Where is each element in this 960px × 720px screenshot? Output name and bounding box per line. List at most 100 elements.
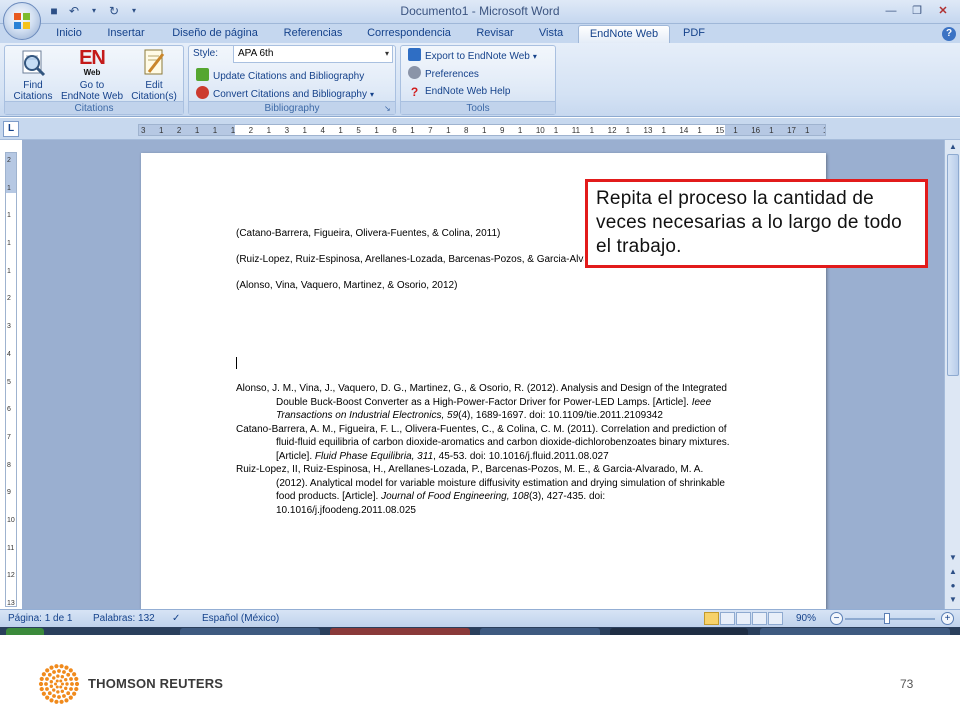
export-label: Export to EndNote Web [425,51,530,62]
ruler-tick-label: 1 [661,126,666,135]
word-count[interactable]: Palabras: 132 [93,610,155,627]
browse-object-icon[interactable]: ● [946,579,960,593]
reference-item: Ruiz-Lopez, II, Ruiz-Espinosa, H., Arell… [236,463,736,517]
zoom-in-icon[interactable]: + [941,612,954,625]
page-count[interactable]: Página: 1 de 1 [8,610,73,627]
logo-dot [54,699,59,704]
full-screen-reading-icon[interactable] [720,612,735,625]
scroll-thumb[interactable] [947,154,959,376]
logo-dot [61,682,64,686]
tab-vista[interactable]: Vista [532,25,570,43]
ruler-tick-label: 4 [320,126,325,135]
vertical-ruler[interactable]: 2 1 1 1 1 2 3 4 5 6 7 8 9 10 11 12 13 [5,152,17,607]
logo-dot [70,682,74,686]
vertical-ruler-tick-label: 13 [7,600,15,607]
tab-endnote-web[interactable]: EndNote Web [578,25,670,43]
ruler-tick-label: 1 [410,126,415,135]
convert-citations-button[interactable]: Convert Citations and Bibliography ▾ [196,86,374,102]
previous-page-icon[interactable]: ▲ [946,565,960,579]
tab-insertar[interactable]: Insertar [100,25,152,43]
style-select[interactable]: APA 6th ▾ [233,45,393,63]
taskbar-item[interactable] [330,628,470,635]
edit-citations-button[interactable]: Edit Citation(s) [127,48,181,103]
logo-dot [54,664,59,669]
ruler-tick-label: 17 [787,126,796,135]
tab-correspondencia[interactable]: Correspondencia [362,25,456,43]
bibliography-group-label: Bibliography [189,101,395,114]
export-to-endnote-web-button[interactable]: Export to EndNote Web ▾ [408,48,537,64]
zoom-level[interactable]: 90% [796,610,816,627]
logo-dot [68,695,73,700]
ruler-tick-label: 1 [158,126,164,135]
next-page-icon[interactable]: ▼ [946,593,960,607]
zoom-slider-thumb[interactable] [884,613,890,624]
ruler-tick-label: 1 [212,126,218,135]
start-button[interactable] [6,628,44,635]
draft-icon[interactable] [768,612,783,625]
window-controls: — ❐ ✕ [878,2,956,20]
scroll-down-icon[interactable]: ▼ [946,551,960,565]
tab-diseno-de-pagina[interactable]: Diseño de página [166,25,264,43]
logo-dot [45,677,49,681]
zoom-slider-track[interactable] [845,618,935,620]
ruler-tick-label: 3 [284,126,290,135]
print-layout-icon[interactable] [704,612,719,625]
endnote-web-help-button[interactable]: ? EndNote Web Help [408,84,511,100]
zoom-out-icon[interactable]: − [830,612,843,625]
tab-inicio[interactable]: Inicio [48,25,90,43]
find-citations-button[interactable]: Find Citations [7,48,59,103]
logo-dot [64,677,68,682]
slide-page-number: 73 [900,677,914,691]
ruler-tick-label: 16 [751,126,761,135]
vertical-ruler-tick-label: 12 [7,572,15,580]
vertical-ruler-tick-label: 1 [7,212,11,220]
minimize-icon[interactable]: — [878,2,904,20]
logo-dot [57,669,61,673]
horizontal-ruler[interactable]: 3 1 2 1 1 1 2 1 3 1 4 1 5 1 6 1 7 1 8 1 9 1 10 1 11 1 12 1 13 1 14 1 15 1… [138,124,826,136]
logo-dot [69,677,73,681]
edit-label-1: Edit [145,80,163,91]
citation-1: (Catano-Barrera, Figueira, Olivera-Fuent… [236,228,501,239]
tab-pdf[interactable]: PDF [676,25,712,43]
web-layout-icon[interactable] [736,612,751,625]
tab-referencias[interactable]: Referencias [278,25,348,43]
logo-dot [52,676,56,680]
citations-group: Find Citations EN Web Go to EndNote Web [4,45,184,115]
magnifier-document-icon [22,50,46,77]
question-icon: ? [410,85,419,99]
go-to-endnote-web-button[interactable]: EN Web Go to EndNote Web [57,48,127,103]
taskbar-item[interactable] [180,628,320,635]
dialog-launcher-icon[interactable]: ↘ [384,104,393,113]
update-citations-button[interactable]: Update Citations and Bibliography [196,68,364,84]
windows-taskbar [0,627,960,635]
vertical-ruler-tick-label: 11 [7,544,15,552]
taskbar-item[interactable] [610,628,748,635]
vertical-ruler-tick-label: 1 [7,267,11,275]
taskbar-item[interactable] [480,628,600,635]
restore-icon[interactable]: ❐ [904,2,930,20]
outline-icon[interactable] [752,612,767,625]
vertical-ruler-tick-label: 7 [7,433,11,441]
logo-dot [57,695,61,699]
tab-selector-icon[interactable]: L [3,121,19,137]
vertical-ruler-tick-label: 10 [7,516,15,524]
logo-dot [52,694,56,698]
language-indicator[interactable]: Español (México) [202,610,279,627]
chevron-down-icon: ▾ [384,49,389,58]
office-button[interactable] [3,2,41,40]
logo-dot [66,691,71,696]
ribbon: Find Citations EN Web Go to EndNote Web [0,43,960,117]
scroll-up-icon[interactable]: ▲ [946,140,960,154]
spellcheck-icon[interactable]: ✓ [172,610,180,627]
reference-journal: Journal of Food Engineering, 108 [381,491,529,502]
help-icon[interactable]: ? [942,27,956,41]
close-icon[interactable]: ✕ [930,2,956,20]
taskbar-item[interactable] [760,628,950,635]
tab-revisar[interactable]: Revisar [468,25,522,43]
preferences-button[interactable]: Preferences [408,66,479,82]
vertical-ruler-tick-label: 1 [7,240,11,248]
logo-dot [59,699,64,704]
vertical-scrollbar[interactable]: ▲ ▼ ▲ ● ▼ [944,140,960,609]
logo-dot [74,681,80,687]
logo-dot [56,690,60,694]
